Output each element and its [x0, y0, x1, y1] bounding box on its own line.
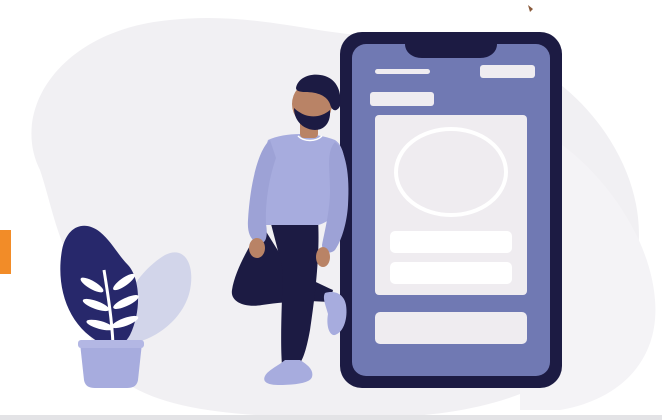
phone-button — [375, 312, 527, 344]
phone-field-1 — [390, 231, 512, 253]
hero-illustration — [0, 0, 662, 420]
phone-device — [340, 32, 562, 388]
phone-status-line — [375, 69, 430, 74]
plant-pot — [80, 343, 142, 388]
phone-header-pill — [370, 92, 434, 106]
orange-side-tab — [0, 230, 11, 274]
illustration-canvas — [0, 5, 656, 419]
phone-status-pill — [480, 65, 535, 78]
bottom-divider — [0, 415, 662, 420]
brown-mark — [528, 5, 533, 12]
man-left-hand — [249, 238, 265, 258]
man-right-hand — [316, 247, 330, 267]
phone-field-2 — [390, 262, 512, 284]
